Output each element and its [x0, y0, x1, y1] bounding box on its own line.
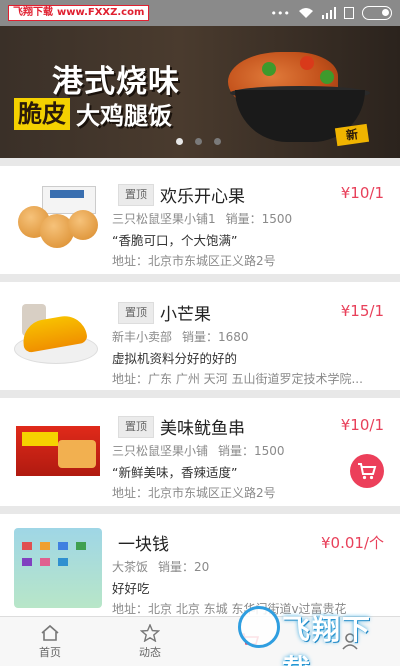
nav-home-label: 首页 [39, 645, 61, 659]
sales-label: 销量： [158, 560, 195, 574]
shop-name: 新丰小卖部 [112, 330, 173, 344]
product-image [12, 528, 104, 608]
carousel-indicator [176, 138, 221, 145]
product-card[interactable]: 置顶 美味鱿鱼串 ¥10/1 三只松鼠坚果小铺 销量：1500 “新鲜美味，香辣适… [0, 398, 400, 506]
shop-name: 三只松鼠坚果小铺 [112, 444, 209, 458]
sales-count: 20 [194, 560, 210, 574]
carousel-dot[interactable] [176, 138, 183, 145]
watermark-url: www.FXXZ.com [57, 7, 145, 18]
watermark-tag: 飞翔下载 www.FXXZ.com [8, 5, 150, 21]
product-description: 好好吃 [112, 581, 150, 596]
banner-highlight: 脆皮 [14, 97, 70, 130]
product-meta: 三只松鼠坚果小铺 销量：1500 [112, 442, 285, 459]
watermark-emblem [238, 606, 280, 648]
product-image [12, 294, 104, 374]
nav-feed[interactable]: 动态 [100, 617, 200, 666]
nav-home[interactable]: 首页 [0, 617, 100, 666]
sales-count: 1500 [254, 444, 285, 458]
wifi-icon [299, 8, 313, 18]
pinned-tag: 置顶 [118, 302, 154, 324]
product-price: ¥15/1 [340, 302, 384, 320]
pinned-tag: 置顶 [118, 184, 154, 206]
new-badge: 新 [334, 123, 370, 147]
signal-icon [322, 7, 336, 19]
watermark-logo: 飞翔下载 [232, 602, 400, 666]
sales-count: 1680 [218, 330, 249, 344]
carousel-dot[interactable] [214, 138, 221, 145]
banner-headline: 港式烧味 [52, 64, 180, 100]
sales-label: 销量： [182, 330, 219, 344]
nav-feed-label: 动态 [139, 645, 161, 659]
vegetable-decoration [262, 62, 276, 76]
watermark-logo-text: 飞翔下载 [282, 613, 373, 666]
product-price: ¥10/1 [340, 184, 384, 202]
pinned-tag: 置顶 [118, 416, 154, 438]
vegetable-decoration [300, 56, 314, 70]
cart-icon [358, 463, 377, 480]
toggle-icon [362, 6, 392, 20]
product-description: “香脆可口，个大饱满” [112, 233, 238, 248]
watermark-title: 飞翔下载 [13, 7, 53, 18]
product-description: 虚拟机资料分好的好的 [112, 351, 238, 366]
add-to-cart-button[interactable] [350, 454, 384, 488]
product-card[interactable]: 置顶 小芒果 ¥15/1 新丰小卖部 销量：1680 虚拟机资料分好的好的 地址：… [0, 282, 400, 390]
banner-subline: 脆皮 大鸡腿饭 [14, 96, 172, 131]
product-address: 地址：北京市东城区正义路2号 [112, 486, 276, 500]
sales-label: 销量： [225, 212, 262, 226]
product-name: 小芒果 [160, 305, 211, 325]
product-name: 欢乐开心果 [160, 187, 245, 207]
app-screen: 飞翔下载 www.FXXZ.com ••• 港式烧味 脆皮 大鸡腿饭 新 置顶 … [0, 0, 400, 666]
vegetable-decoration [320, 70, 334, 84]
status-icons: ••• [271, 6, 392, 20]
sales-label: 销量： [218, 444, 255, 458]
product-name: 美味鱿鱼串 [160, 419, 245, 439]
product-image [12, 410, 104, 490]
product-image [12, 180, 104, 260]
product-meta: 新丰小卖部 销量：1680 [112, 328, 249, 345]
shop-name: 三只松鼠坚果小铺1 [112, 212, 216, 226]
banner-subline-text: 大鸡腿饭 [76, 102, 172, 130]
product-price: ¥0.01/个 [321, 534, 384, 552]
product-address: 地址：广东 广州 天河 五山街道罗定技术学院... [112, 372, 363, 386]
product-price: ¥10/1 [340, 416, 384, 434]
product-address: 地址：北京市东城区正义路2号 [112, 254, 276, 268]
promo-banner[interactable]: 港式烧味 脆皮 大鸡腿饭 新 [0, 26, 400, 158]
product-meta: 大茶饭 销量：20 [112, 558, 209, 575]
product-card[interactable]: 置顶 欢乐开心果 ¥10/1 三只松鼠坚果小铺1 销量：1500 “香脆可口，个大… [0, 166, 400, 274]
product-meta: 三只松鼠坚果小铺1 销量：1500 [112, 210, 292, 227]
carousel-dot[interactable] [195, 138, 202, 145]
shop-name: 大茶饭 [112, 560, 149, 574]
sales-count: 1500 [261, 212, 293, 226]
star-icon [140, 623, 160, 642]
status-bar: 飞翔下载 www.FXXZ.com ••• [0, 0, 400, 26]
product-description: “新鲜美味，香辣适度” [112, 465, 238, 480]
dots-icon: ••• [270, 6, 290, 20]
home-icon [41, 624, 59, 641]
product-name: 一块钱 [118, 535, 169, 555]
battery-icon [344, 7, 354, 19]
